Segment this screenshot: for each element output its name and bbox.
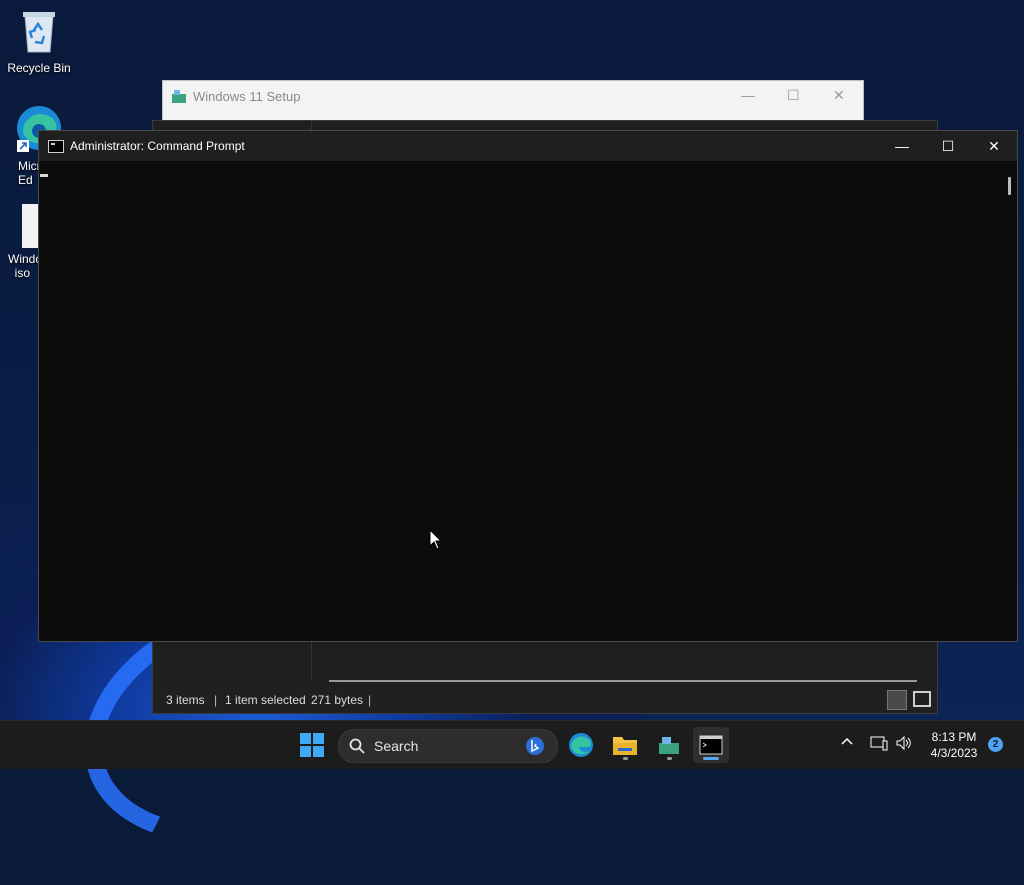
taskbar-edge[interactable]: [563, 727, 599, 763]
desktop-icon-recycle-bin[interactable]: Recycle Bin: [4, 8, 74, 75]
command-prompt-icon: [48, 140, 64, 153]
taskbar-setup[interactable]: [651, 727, 687, 763]
system-clock[interactable]: 8:13 PM 4/3/2023: [923, 729, 985, 761]
start-button[interactable]: [294, 727, 330, 763]
chevron-up-icon[interactable]: [840, 735, 854, 752]
notification-badge[interactable]: 2: [988, 737, 1003, 752]
taskbar-command-prompt[interactable]: [693, 727, 729, 763]
command-prompt-icon: [699, 735, 723, 755]
status-item-count: 3 items: [166, 693, 205, 707]
cmd-close-button[interactable]: ✕: [971, 131, 1017, 161]
search-icon: [349, 738, 365, 754]
details-view-button[interactable]: [887, 690, 907, 710]
active-indicator: [703, 757, 719, 760]
volume-icon[interactable]: [895, 734, 913, 755]
mouse-pointer-icon: [429, 529, 443, 550]
explorer-status-bar: 3 items | 1 item selected 271 bytes |: [153, 687, 937, 713]
status-divider: |: [214, 693, 218, 707]
taskbar-search-box[interactable]: Search: [338, 729, 558, 763]
cmd-maximize-button[interactable]: ☐: [925, 131, 971, 161]
start-icon: [300, 733, 324, 757]
command-prompt-window[interactable]: Administrator: Command Prompt — ☐ ✕: [38, 130, 1018, 642]
large-icons-view-button[interactable]: [913, 691, 931, 707]
setup-icon: [659, 737, 679, 754]
running-indicator: [623, 757, 628, 760]
status-selected: 1 item selected: [225, 693, 306, 707]
taskbar: Search 8:13 PM 4/3/2023 2: [0, 720, 1024, 769]
windows-setup-window[interactable]: Windows 11 Setup — ☐ ✕: [162, 80, 864, 122]
status-size: 271 bytes: [311, 693, 364, 707]
network-icon[interactable]: [870, 735, 888, 754]
recycle-bin-icon: [4, 8, 74, 57]
status-divider: |: [368, 693, 372, 707]
cmd-title-bar[interactable]: Administrator: Command Prompt — ☐ ✕: [39, 131, 1017, 161]
file-explorer-icon: [613, 737, 637, 755]
setup-minimize-button[interactable]: —: [741, 87, 755, 103]
text-cursor: [40, 174, 48, 177]
edge-icon: [569, 733, 593, 757]
desktop-icon-label: Recycle Bin: [7, 61, 71, 75]
running-indicator: [667, 757, 672, 760]
bing-icon[interactable]: [525, 736, 545, 756]
cmd-minimize-button[interactable]: —: [879, 131, 925, 161]
search-placeholder: Search: [374, 738, 419, 754]
explorer-horizontal-scrollbar[interactable]: [329, 680, 917, 682]
setup-window-title: Windows 11 Setup: [193, 89, 301, 104]
clock-time: 8:13 PM: [931, 730, 977, 744]
cmd-vertical-scrollbar[interactable]: [1008, 177, 1011, 195]
setup-icon: [171, 88, 187, 109]
setup-close-button[interactable]: ✕: [833, 87, 845, 104]
setup-maximize-button[interactable]: ☐: [787, 87, 800, 104]
cmd-window-title: Administrator: Command Prompt: [70, 139, 245, 153]
clock-date: 4/3/2023: [930, 746, 978, 760]
taskbar-file-explorer[interactable]: [607, 727, 643, 763]
